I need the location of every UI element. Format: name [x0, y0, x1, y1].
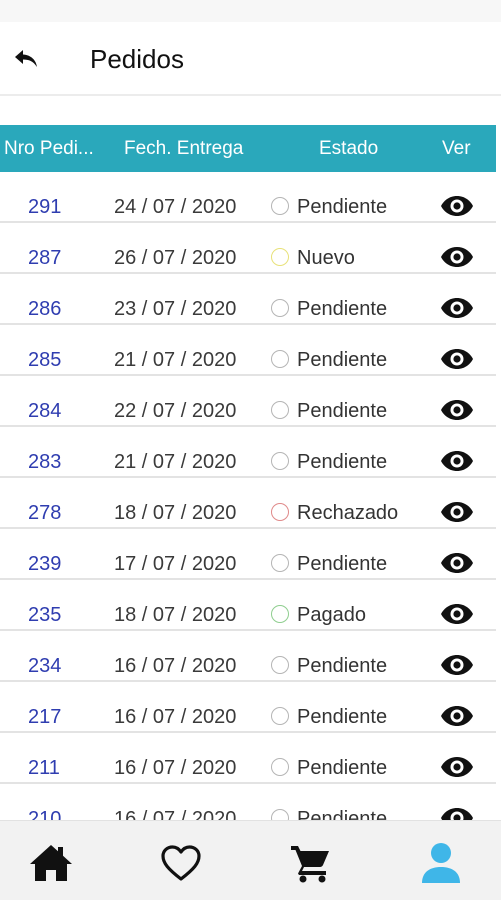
cart-icon — [291, 846, 329, 883]
table-row[interactable]: 235 18 / 07 / 2020 Pagado — [0, 580, 496, 631]
table-row[interactable]: 210 16 / 07 / 2020 Pendiente — [0, 784, 496, 820]
status-indicator-icon — [271, 809, 289, 820]
back-arrow-icon — [15, 50, 37, 67]
app-header: Pedidos — [0, 22, 501, 96]
status-indicator-icon — [271, 503, 289, 521]
table-row[interactable]: 291 24 / 07 / 2020 Pendiente — [0, 172, 496, 223]
table-row[interactable]: 285 21 / 07 / 2020 Pendiente — [0, 325, 496, 376]
delivery-date: 16 / 07 / 2020 — [114, 808, 237, 820]
back-button[interactable] — [10, 42, 44, 76]
view-order-eye-icon[interactable] — [440, 296, 474, 320]
nav-home-button[interactable] — [27, 841, 75, 885]
column-header-estado[interactable]: Estado — [319, 125, 378, 172]
view-order-eye-icon[interactable] — [440, 500, 474, 524]
page-title: Pedidos — [90, 44, 184, 74]
view-order-eye-icon[interactable] — [440, 653, 474, 677]
column-header-fecha[interactable]: Fech. Entrega — [124, 125, 243, 172]
view-order-eye-icon[interactable] — [440, 194, 474, 218]
view-order-eye-icon[interactable] — [440, 347, 474, 371]
status-indicator-icon — [271, 350, 289, 368]
status-indicator-icon — [271, 758, 289, 776]
status-indicator-icon — [271, 401, 289, 419]
status-indicator-icon — [271, 656, 289, 674]
table-row[interactable]: 234 16 / 07 / 2020 Pendiente — [0, 631, 496, 682]
home-icon — [30, 845, 72, 881]
status-indicator-icon — [271, 299, 289, 317]
status-label: Pendiente — [297, 808, 388, 820]
order-number-link[interactable]: 210 — [28, 784, 61, 820]
table-row[interactable]: 287 26 / 07 / 2020 Nuevo — [0, 223, 496, 274]
table-row[interactable]: 217 16 / 07 / 2020 Pendiente — [0, 682, 496, 733]
view-order-eye-icon[interactable] — [440, 704, 474, 728]
view-order-eye-icon[interactable] — [440, 602, 474, 626]
status-indicator-icon — [271, 197, 289, 215]
view-order-eye-icon[interactable] — [440, 398, 474, 422]
status-bar-gap — [0, 0, 501, 22]
column-header-nro[interactable]: Nro Pedi... — [4, 125, 104, 172]
nav-cart-button[interactable] — [287, 841, 335, 885]
bottom-nav — [0, 820, 501, 900]
heart-icon — [161, 845, 201, 881]
table-header: Nro Pedi... Fech. Entrega Estado Ver — [0, 125, 496, 172]
status-indicator-icon — [271, 707, 289, 725]
orders-list[interactable]: 291 24 / 07 / 2020 Pendiente 287 26 / 07 / 2… — [0, 172, 496, 820]
table-row[interactable]: 283 21 / 07 / 2020 Pendiente — [0, 427, 496, 478]
nav-profile-button[interactable] — [417, 841, 465, 885]
view-order-eye-icon[interactable] — [440, 755, 474, 779]
table-row[interactable]: 211 16 / 07 / 2020 Pendiente — [0, 733, 496, 784]
view-order-eye-icon[interactable] — [440, 449, 474, 473]
status-indicator-icon — [271, 248, 289, 266]
table-row[interactable]: 284 22 / 07 / 2020 Pendiente — [0, 376, 496, 427]
nav-favorites-button[interactable] — [157, 841, 205, 885]
status-indicator-icon — [271, 554, 289, 572]
view-order-eye-icon[interactable] — [440, 245, 474, 269]
column-header-ver: Ver — [442, 138, 471, 159]
table-row[interactable]: 239 17 / 07 / 2020 Pendiente — [0, 529, 496, 580]
view-order-eye-icon[interactable] — [440, 806, 474, 820]
table-row[interactable]: 286 23 / 07 / 2020 Pendiente — [0, 274, 496, 325]
view-order-eye-icon[interactable] — [440, 551, 474, 575]
status-indicator-icon — [271, 605, 289, 623]
status-indicator-icon — [271, 452, 289, 470]
user-icon — [422, 843, 460, 883]
table-row[interactable]: 278 18 / 07 / 2020 Rechazado — [0, 478, 496, 529]
